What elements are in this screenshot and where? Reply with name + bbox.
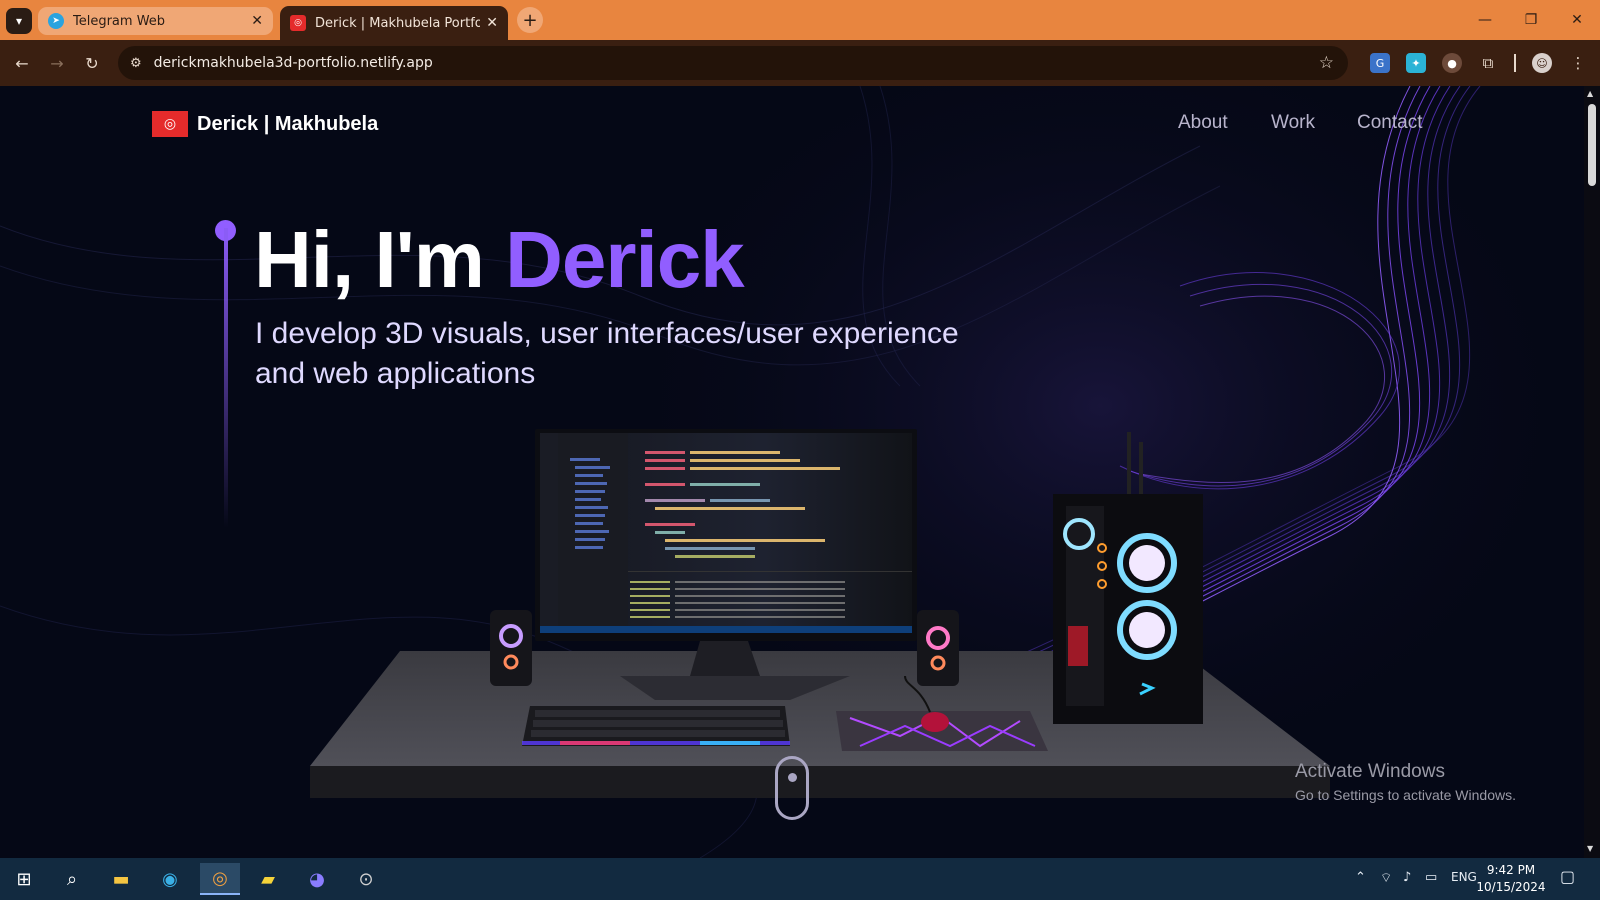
hero-name: Derick	[505, 215, 745, 304]
close-window-button[interactable]: ✕	[1554, 0, 1600, 40]
tab-title: Telegram Web	[73, 13, 166, 29]
portfolio-page: ◎ Derick | Makhubela About Work Contact …	[0, 86, 1584, 858]
system-clock[interactable]: 9:42 PM 10/15/2024	[1476, 862, 1546, 896]
logo-text: Derick | Makhubela	[197, 112, 379, 135]
windows-start-icon[interactable]: ⊞	[4, 863, 44, 895]
translate-extension-icon[interactable]: G	[1370, 53, 1390, 73]
hero-greeting: Hi, I'm	[254, 215, 506, 304]
profile-avatar[interactable]: ☺	[1532, 53, 1552, 73]
notifications-icon[interactable]: ▢	[1560, 867, 1575, 886]
hero-timeline-line	[224, 228, 228, 528]
scroll-indicator[interactable]	[775, 756, 809, 820]
minimize-button[interactable]: —	[1462, 0, 1508, 40]
tab-portfolio[interactable]: ◎ Derick | Makhubela Portfolio ✕	[280, 6, 508, 40]
scroll-up-arrow-icon[interactable]: ▲	[1587, 89, 1593, 98]
browser-toolbar: ← → ↻ ⚙ derickmakhubela3d-portfolio.netl…	[0, 40, 1600, 86]
url-text: derickmakhubela3d-portfolio.netlify.app	[153, 55, 433, 71]
nav-about[interactable]: About	[1178, 112, 1228, 134]
page-scrollbar[interactable]: ▲ ▼	[1584, 86, 1600, 858]
activate-windows-watermark: Activate Windows Go to Settings to activ…	[1295, 761, 1516, 803]
menu-dots-icon[interactable]: ⋮	[1568, 53, 1588, 73]
new-tab-button[interactable]: +	[517, 7, 543, 33]
scroll-down-arrow-icon[interactable]: ▼	[1587, 844, 1593, 853]
forward-arrow-icon[interactable]: →	[45, 51, 69, 75]
tab-title: Derick | Makhubela Portfolio	[315, 15, 481, 31]
toolbar-divider	[1514, 54, 1516, 72]
close-tab-icon[interactable]: ✕	[251, 13, 263, 29]
file-explorer-icon[interactable]: ▬	[101, 863, 141, 895]
site-settings-icon[interactable]: ⚙	[130, 56, 142, 71]
scrollbar-thumb[interactable]	[1588, 104, 1596, 186]
site-logo[interactable]: ◎ Derick | Makhubela	[152, 111, 378, 137]
battery-icon[interactable]: ▭	[1425, 870, 1437, 885]
close-tab-icon[interactable]: ✕	[486, 15, 498, 31]
app-icon[interactable]: ⊙	[346, 863, 386, 895]
back-arrow-icon[interactable]: ←	[10, 51, 34, 75]
address-bar[interactable]: ⚙ derickmakhubela3d-portfolio.netlify.ap…	[118, 46, 1348, 80]
hero-heading: Hi, I'm Derick	[254, 214, 745, 306]
extension-icon[interactable]: ●	[1442, 53, 1462, 73]
monitor-stand	[690, 641, 760, 676]
clock-date: 10/15/2024	[1476, 880, 1546, 894]
windows-taskbar: ⊞ ⌕ ▬ ◉ ◎ ▰ ◕ ⊙ ⌃ ⌔ ♪ ▭ ENG 9:42 PM 10/1…	[0, 858, 1600, 900]
watermark-subtitle: Go to Settings to activate Windows.	[1295, 787, 1516, 803]
extensions-puzzle-icon[interactable]: ⧉	[1478, 53, 1498, 73]
logo-mark-icon: ◎	[152, 111, 188, 137]
language-indicator[interactable]: ENG	[1451, 870, 1477, 884]
hero-subtitle: I develop 3D visuals, user interfaces/us…	[255, 317, 959, 390]
nav-work[interactable]: Work	[1271, 112, 1315, 134]
discord-icon[interactable]: ◕	[297, 863, 337, 895]
desk-edge	[310, 766, 1330, 798]
reload-icon[interactable]: ↻	[80, 51, 104, 75]
scroll-indicator-ball	[788, 773, 797, 782]
edge-browser-icon[interactable]: ◉	[150, 863, 190, 895]
restore-button[interactable]: ❐	[1508, 0, 1554, 40]
sticky-notes-icon[interactable]: ▰	[248, 863, 288, 895]
background-canvas	[0, 86, 1584, 858]
computer-mouse	[921, 712, 949, 732]
clock-time: 9:42 PM	[1486, 863, 1536, 877]
network-icon[interactable]: ⌔	[1380, 870, 1392, 886]
watermark-title: Activate Windows	[1295, 761, 1445, 782]
show-hidden-icons-chevron-icon[interactable]: ⌃	[1355, 870, 1366, 885]
microphone-icon[interactable]: ♪	[1403, 870, 1411, 885]
nav-contact[interactable]: Contact	[1357, 112, 1422, 134]
portfolio-logo-icon: ◎	[290, 15, 306, 31]
search-icon[interactable]: ⌕	[52, 863, 92, 895]
telegram-icon: ➤	[48, 13, 64, 29]
bookmark-star-icon[interactable]: ☆	[1319, 53, 1334, 73]
browser-tab-bar: ▾ ➤ Telegram Web ✕ ◎ Derick | Makhubela …	[0, 0, 1600, 40]
chrome-browser-icon[interactable]: ◎	[200, 863, 240, 895]
tab-telegram-web[interactable]: ➤ Telegram Web ✕	[38, 7, 273, 35]
extension-icon[interactable]: ✦	[1406, 53, 1426, 73]
tab-search-chevron-icon[interactable]: ▾	[6, 8, 32, 34]
